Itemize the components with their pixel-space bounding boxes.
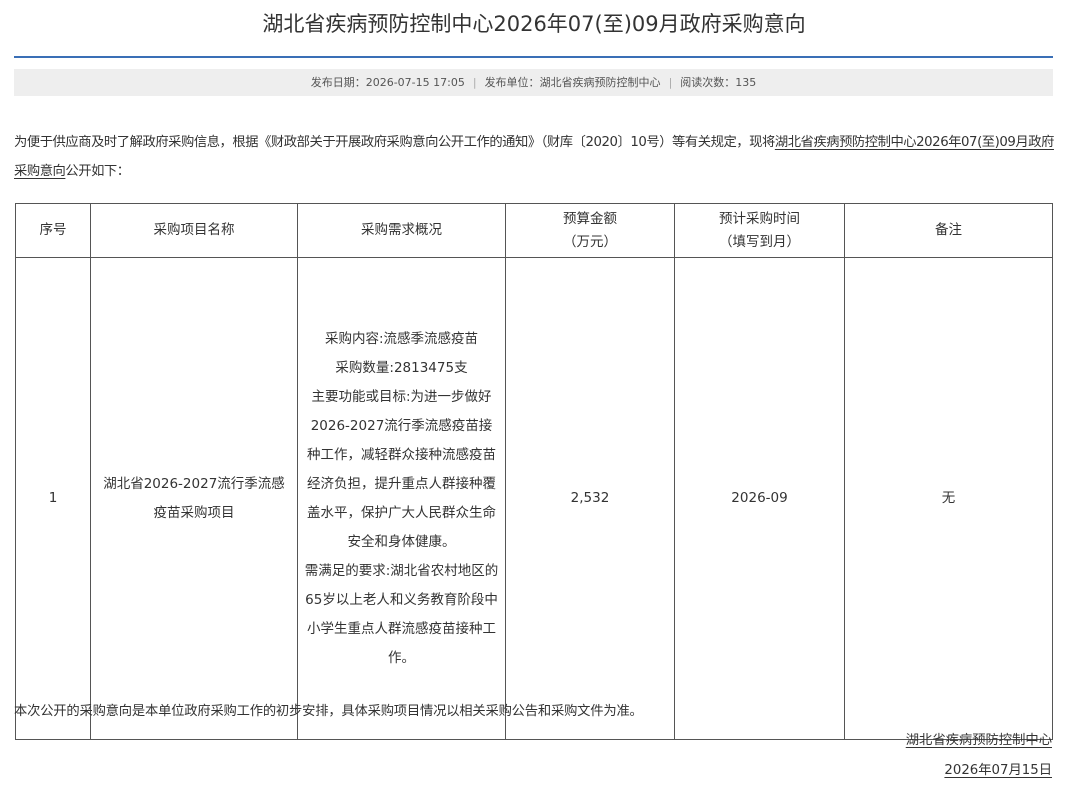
requirement-goal: 主要功能或目标:为进一步做好2026-2027流行季流感疫苗接种工作，减轻群众接… xyxy=(307,388,496,550)
cell-budget: 2,532 xyxy=(505,257,675,740)
meta-separator: | xyxy=(668,76,673,89)
header-budget-line1: 预算金额 xyxy=(563,210,617,227)
publish-date-label: 发布日期： xyxy=(310,76,366,89)
cell-remark: 无 xyxy=(844,257,1053,740)
signature-org: 湖北省疾病预防控制中心 xyxy=(905,733,1052,748)
header-remark: 备注 xyxy=(844,203,1053,258)
publish-date: 2026-07-15 17:05 xyxy=(365,76,465,89)
header-time-line2: （填写到月） xyxy=(719,233,800,250)
requirement-conditions: 需满足的要求:湖北省农村地区的65岁以上老人和义务教育阶段中小学生重点人群流感疫… xyxy=(304,562,499,666)
procurement-table: 序号 采购项目名称 采购需求概况 预算金额 （万元） 预计采购时间 （填写到月） 备… xyxy=(15,203,1053,740)
table-header-row: 序号 采购项目名称 采购需求概况 预算金额 （万元） 预计采购时间 （填写到月） 备… xyxy=(15,203,1053,258)
cell-project-name: 湖北省2026-2027流行季流感疫苗采购项目 xyxy=(90,257,298,740)
requirement-content: 采购内容:流感季流感疫苗 xyxy=(324,330,479,347)
requirement-quantity: 采购数量:2813475支 xyxy=(335,359,468,376)
header-budget: 预算金额 （万元） xyxy=(505,203,675,258)
header-budget-line2: （万元） xyxy=(563,233,617,250)
intro-text: 为便于供应商及时了解政府采购信息，根据《财政部关于开展政府采购意向公开工作的通知… xyxy=(14,135,775,150)
intro-text-end: 公开如下： xyxy=(65,164,130,179)
signature-date: 2026年07月15日 xyxy=(944,763,1052,778)
cell-requirements: 采购内容:流感季流感疫苗 采购数量:2813475支 主要功能或目标:为进一步做… xyxy=(297,257,506,740)
meta-separator: | xyxy=(472,76,477,89)
publisher-label: 发布单位： xyxy=(484,76,540,89)
intro-paragraph: 为便于供应商及时了解政府采购信息，根据《财政部关于开展政府采购意向公开工作的通知… xyxy=(14,128,1054,186)
table-row: 1 湖北省2026-2027流行季流感疫苗采购项目 采购内容:流感季流感疫苗 采… xyxy=(15,257,1053,740)
publisher: 湖北省疾病预防控制中心 xyxy=(539,76,661,89)
cell-time: 2026-09 xyxy=(674,257,845,740)
article-meta-bar: 发布日期：2026-07-15 17:05 | 发布单位：湖北省疾病预防控制中心 | 阅… xyxy=(14,69,1053,96)
page-title: 湖北省疾病预防控制中心2026年07(至)09月政府采购意向 xyxy=(262,12,806,36)
title-divider xyxy=(14,56,1053,58)
views-label: 阅读次数： xyxy=(680,76,736,89)
header-time-line1: 预计采购时间 xyxy=(719,210,800,227)
view-count: 135 xyxy=(735,76,757,89)
header-time: 预计采购时间 （填写到月） xyxy=(674,203,845,258)
cell-seq: 1 xyxy=(15,257,91,740)
footer-note: 本次公开的采购意向是本单位政府采购工作的初步安排，具体采购项目情况以相关采购公告… xyxy=(14,704,643,719)
header-requirements: 采购需求概况 xyxy=(297,203,506,258)
header-project-name: 采购项目名称 xyxy=(90,203,298,258)
header-seq: 序号 xyxy=(15,203,91,258)
